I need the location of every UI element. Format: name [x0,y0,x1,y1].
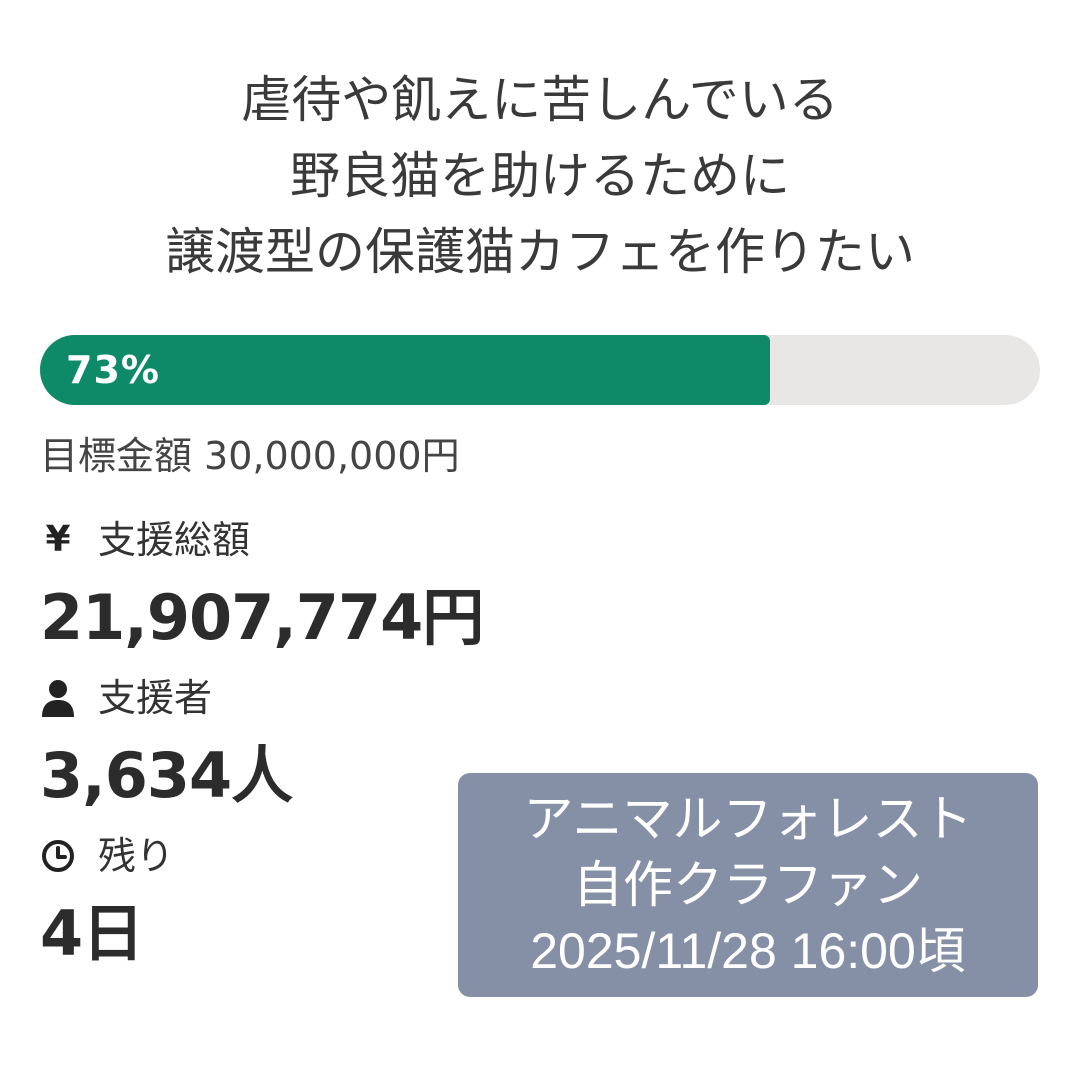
funding-progress-percent: 73% [66,348,160,392]
funding-progress-bar: 73% [40,335,1040,405]
goal-label: 目標金額 [40,434,193,478]
overlay-caption-card: アニマルフォレスト 自作クラファン 2025/11/28 16:00頃 [458,773,1038,997]
overlay-caption-line: 2025/11/28 16:00頃 [530,923,966,979]
supporters-count: 3,634人 [40,739,293,812]
project-title-line: 虐待や飢えに苦しんでいる [241,71,839,129]
yen-icon-glyph: ¥ [45,519,71,560]
yen-icon: ¥ [40,519,76,560]
remaining-label-row: 残り [40,828,174,884]
supporters-label: 支援者 [98,676,213,720]
project-title-line: 野良猫を助けるために [290,147,790,205]
overlay-caption-line: アニマルフォレスト [523,791,973,847]
clock-icon [40,836,76,876]
project-title-line: 譲渡型の保護猫カフェを作りたい [165,223,915,281]
remaining-days: 4日 [40,897,144,970]
remaining-label: 残り [98,834,175,878]
overlay-caption-line: 自作クラファン [573,857,923,913]
supporters-label-row: 支援者 [40,670,212,726]
total-support-label: 支援総額 [98,518,251,562]
goal-amount-row: 目標金額 30,000,000円 [40,428,460,484]
project-title: 虐待や飢えに苦しんでいる 野良猫を助けるために 譲渡型の保護猫カフェを作りたい [0,62,1080,290]
person-icon [40,678,76,718]
goal-amount: 30,000,000円 [204,434,460,478]
total-support-label-row: ¥ 支援総額 [40,512,250,568]
total-support-amount: 21,907,774円 [40,581,484,654]
